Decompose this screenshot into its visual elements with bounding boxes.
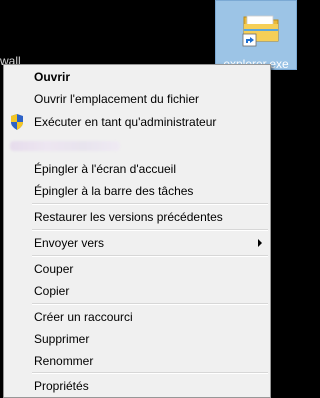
menu-separator: [32, 372, 268, 374]
menu-item-label: Épingler à la barre des tâches: [34, 184, 194, 198]
menu-item-pin-to-start[interactable]: Épingler à l'écran d'accueil: [6, 158, 268, 180]
menu-item-label: Créer un raccourci: [34, 310, 133, 324]
menu-separator: [32, 203, 268, 205]
menu-item-cut[interactable]: Couper: [6, 258, 268, 280]
menu-item-run-as-administrator[interactable]: Exécuter en tant qu'administrateur: [6, 111, 268, 133]
menu-item-redacted[interactable]: [6, 134, 268, 156]
menu-item-open[interactable]: Ouvrir: [6, 66, 268, 88]
desktop-icon-explorer[interactable]: explorer.exe: [215, 0, 297, 70]
menu-item-restore-previous-versions[interactable]: Restaurer les versions précédentes: [6, 206, 268, 228]
menu-item-copy[interactable]: Copier: [6, 280, 268, 302]
menu-item-pin-to-taskbar[interactable]: Épingler à la barre des tâches: [6, 180, 268, 202]
menu-item-create-shortcut[interactable]: Créer un raccourci: [6, 306, 268, 328]
menu-item-label: Propriétés: [34, 379, 89, 393]
menu-item-delete[interactable]: Supprimer: [6, 328, 268, 350]
menu-item-label: Restaurer les versions précédentes: [34, 210, 223, 224]
menu-item-label: Couper: [34, 262, 74, 276]
submenu-arrow-icon: [258, 239, 262, 247]
menu-item-properties[interactable]: Propriétés: [6, 375, 268, 397]
menu-item-open-file-location[interactable]: Ouvrir l'emplacement du fichier: [6, 88, 268, 110]
menu-item-label: Ouvrir: [34, 70, 71, 84]
menu-item-label: Supprimer: [34, 332, 90, 346]
folder-shortcut-icon: [242, 15, 279, 47]
context-menu: Ouvrir Ouvrir l'emplacement du fichier E…: [3, 64, 271, 398]
menu-item-label: Ouvrir l'emplacement du fichier: [34, 92, 200, 106]
menu-item-label: Renommer: [34, 354, 94, 368]
menu-item-label: Copier: [34, 284, 70, 298]
menu-separator: [32, 255, 268, 257]
menu-item-send-to[interactable]: Envoyer vers: [6, 232, 268, 254]
menu-item-rename[interactable]: Renommer: [6, 350, 268, 372]
menu-item-label: Épingler à l'écran d'accueil: [34, 162, 176, 176]
menu-separator: [32, 303, 268, 305]
menu-item-label: Exécuter en tant qu'administrateur: [34, 115, 217, 129]
shield-icon: [11, 114, 23, 130]
redacted-menu-entry: [10, 141, 120, 151]
menu-item-label: Envoyer vers: [34, 236, 105, 250]
menu-separator: [32, 229, 268, 231]
